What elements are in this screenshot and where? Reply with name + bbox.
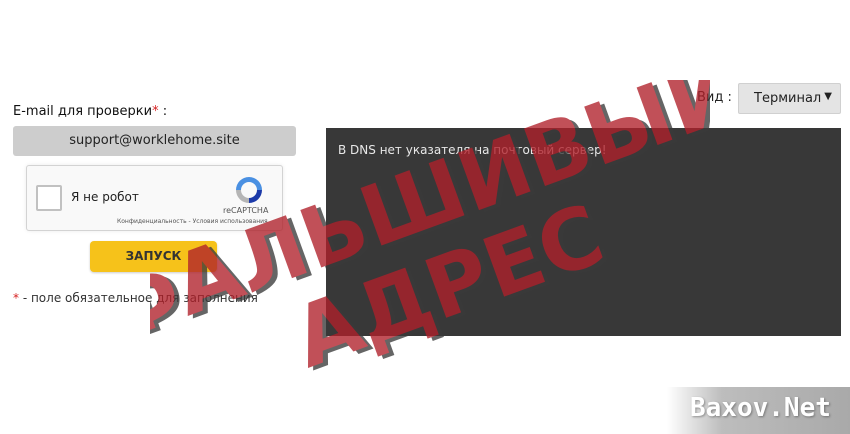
required-note: * - поле обязательное для заполнения (13, 291, 258, 305)
recaptcha-brand: reCAPTCHA (223, 206, 269, 215)
recaptcha-icon (236, 177, 262, 203)
captcha-checkbox[interactable] (36, 185, 62, 211)
view-select[interactable]: Терминал ▼ (738, 83, 841, 114)
recaptcha-widget: Я не робот reCAPTCHA Конфиденциальность … (26, 165, 283, 231)
email-label-text: E-mail для проверки (13, 104, 153, 119)
view-label: Вид : (697, 90, 732, 105)
terminal-panel: В DNS нет указателя на почтовый сервер! (326, 128, 841, 336)
required-note-text: - поле обязательное для заполнения (19, 291, 258, 305)
terminal-message: В DNS нет указателя на почтовый сервер! (338, 143, 607, 157)
view-select-value: Терминал (754, 91, 822, 106)
email-label: E-mail для проверки* : (13, 104, 167, 119)
watermark-text: Baxov.Net (690, 393, 831, 423)
email-field[interactable]: support@worklehome.site (13, 126, 296, 156)
chevron-down-icon: ▼ (824, 91, 832, 102)
captcha-checkbox-label: Я не робот (71, 190, 139, 204)
label-colon: : (158, 104, 168, 119)
recaptcha-links[interactable]: Конфиденциальность - Условия использован… (117, 218, 268, 225)
start-button[interactable]: ЗАПУСК (90, 241, 217, 272)
